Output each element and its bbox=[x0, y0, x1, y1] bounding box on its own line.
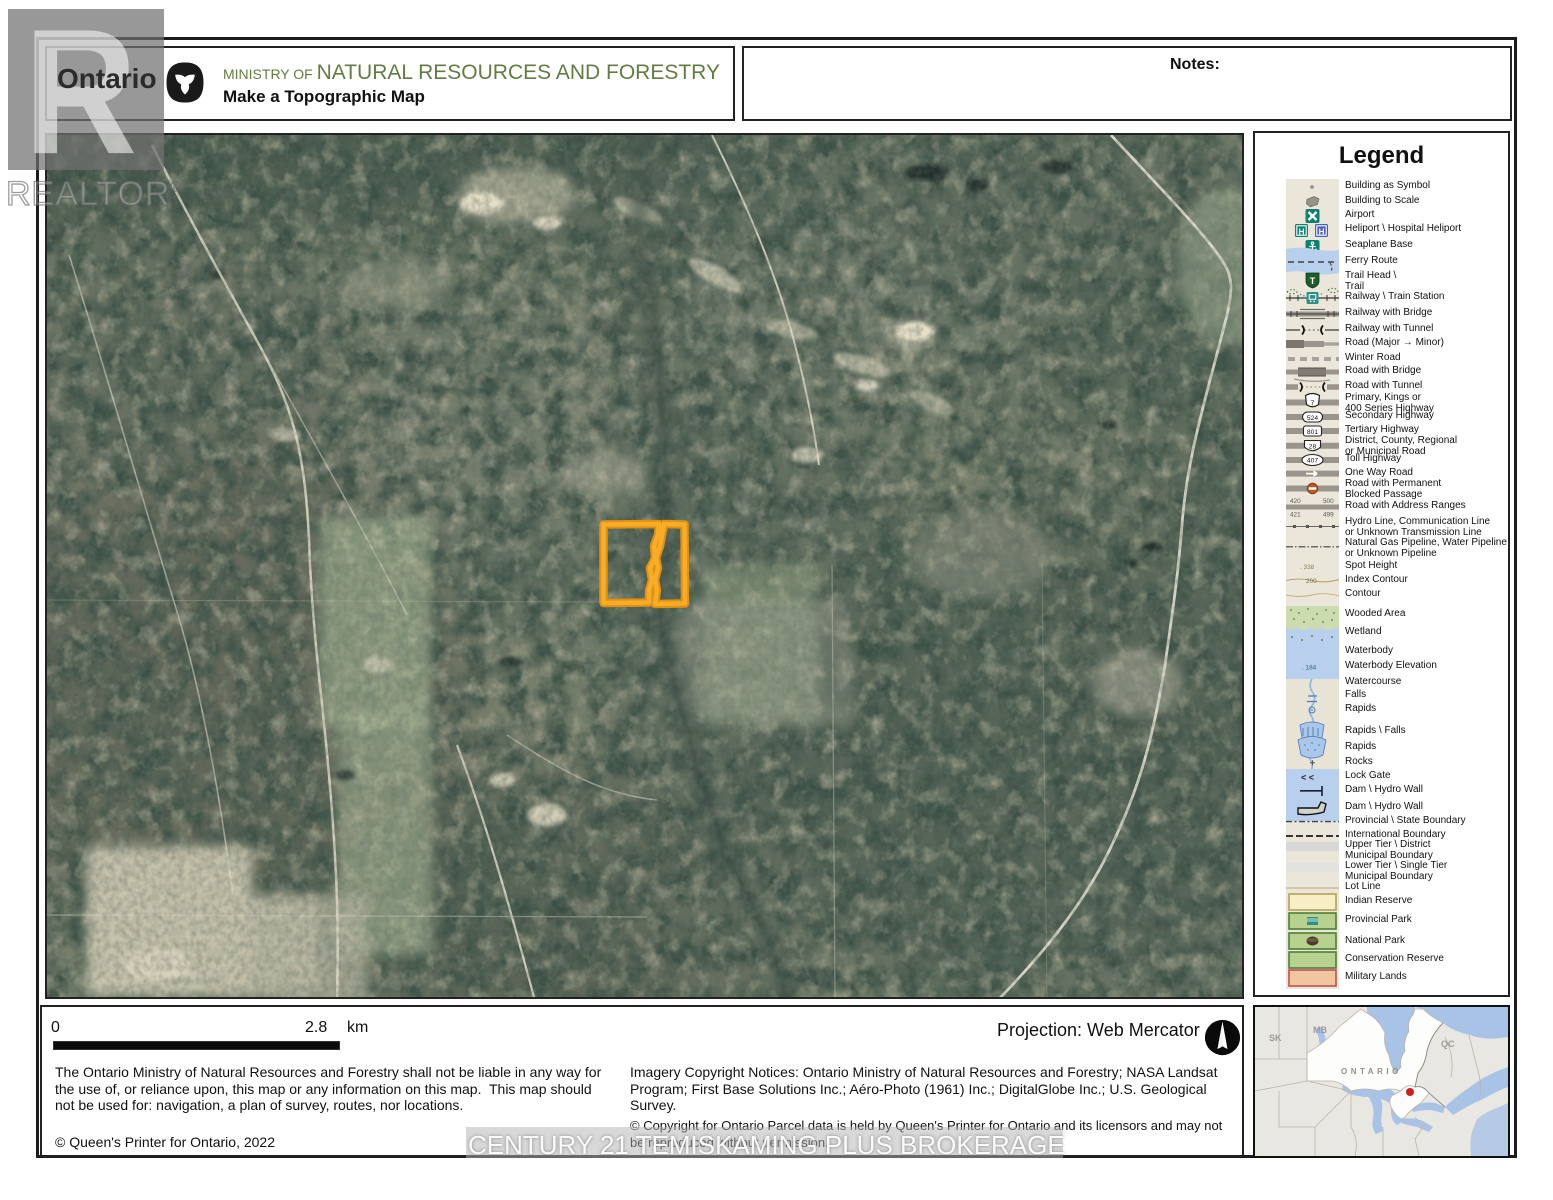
svg-text:T: T bbox=[1310, 276, 1316, 286]
svg-text:801: 801 bbox=[1307, 429, 1318, 436]
svg-text:524: 524 bbox=[1307, 415, 1318, 422]
svg-text:H: H bbox=[1319, 227, 1325, 236]
svg-text:MB: MB bbox=[1313, 1025, 1327, 1035]
svg-text:420: 420 bbox=[1290, 498, 1301, 505]
svg-text:407: 407 bbox=[1307, 458, 1318, 465]
svg-text:H: H bbox=[1299, 227, 1305, 236]
svg-text:. 184: . 184 bbox=[1302, 665, 1317, 672]
svg-text:SK: SK bbox=[1269, 1033, 1282, 1043]
svg-text:200: 200 bbox=[1306, 578, 1317, 585]
svg-text:28: 28 bbox=[1309, 444, 1317, 451]
svg-text:. 338: . 338 bbox=[1300, 564, 1315, 571]
svg-text:500: 500 bbox=[1323, 498, 1334, 505]
svg-text:421: 421 bbox=[1290, 512, 1301, 519]
svg-text:QC: QC bbox=[1441, 1039, 1455, 1049]
svg-text:ONTARIO: ONTARIO bbox=[1341, 1067, 1402, 1076]
svg-text:499: 499 bbox=[1323, 512, 1334, 519]
svg-text:7: 7 bbox=[1311, 401, 1315, 408]
svg-text:< <: < < bbox=[1301, 773, 1314, 783]
